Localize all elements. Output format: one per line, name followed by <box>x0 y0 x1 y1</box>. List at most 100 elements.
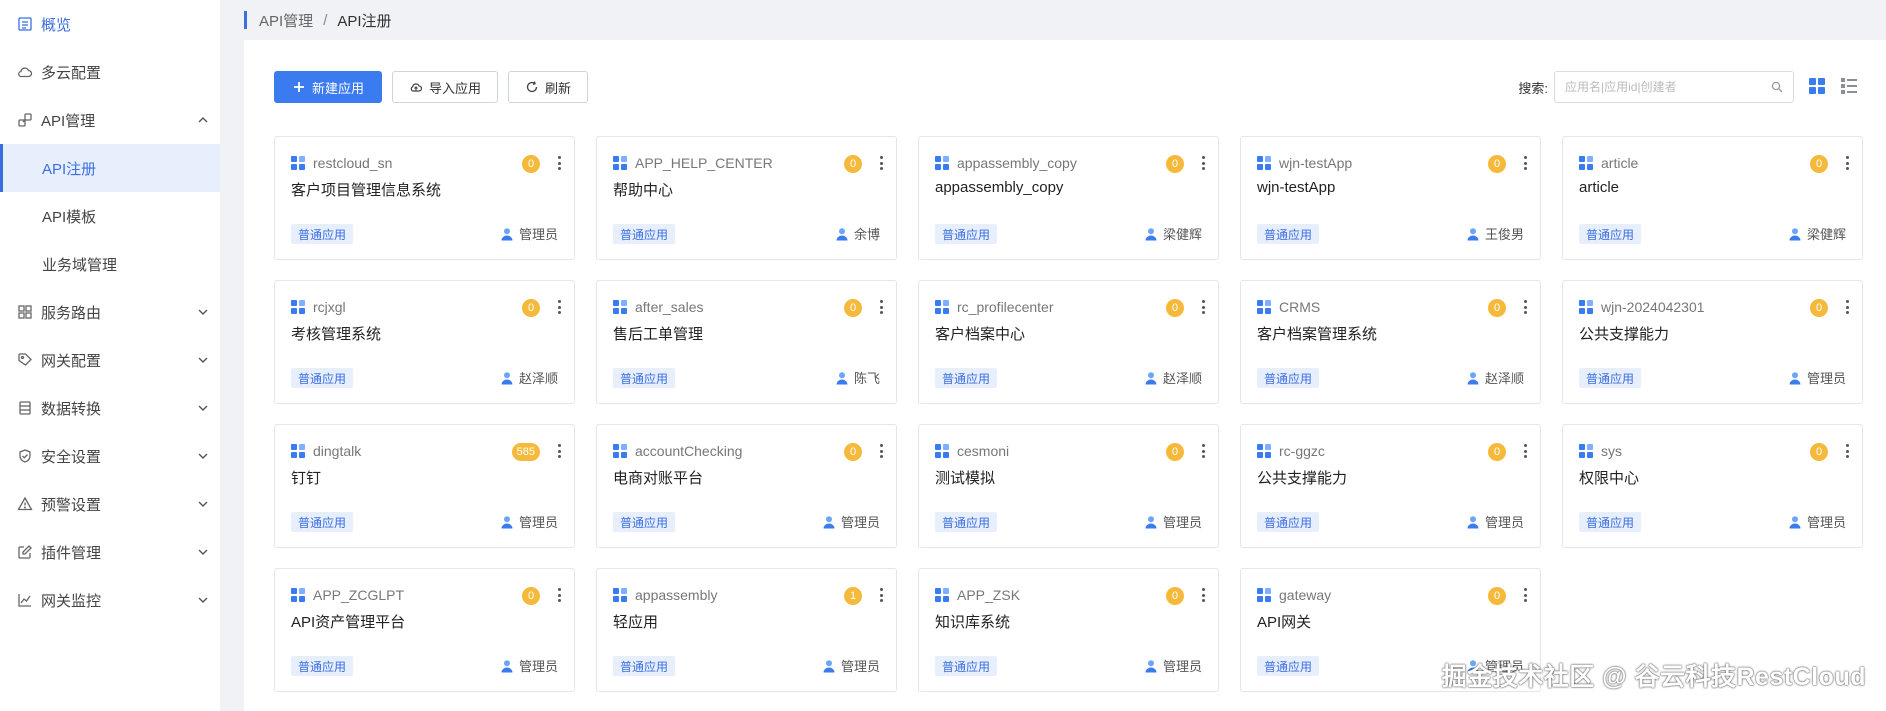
sidebar-item-overview[interactable]: 概览 <box>0 0 220 48</box>
app-id: APP_HELP_CENTER <box>635 155 773 171</box>
app-card[interactable]: CRMS 0 客户档案管理系统 普通应用 赵泽顺 <box>1240 280 1541 404</box>
more-options-icon[interactable] <box>1522 154 1528 172</box>
search-icon[interactable] <box>1771 81 1783 93</box>
api-count-badge: 0 <box>1488 299 1506 317</box>
app-type-tag: 普通应用 <box>1579 368 1642 388</box>
more-options-icon[interactable] <box>556 154 562 172</box>
more-options-icon[interactable] <box>556 298 562 316</box>
chevron-down-icon[interactable] <box>196 545 210 559</box>
user-icon <box>1145 515 1157 528</box>
more-options-icon[interactable] <box>1200 442 1206 460</box>
app-name: API网关 <box>1257 614 1312 631</box>
chevron-down-icon[interactable] <box>196 305 210 319</box>
app-card[interactable]: sys 0 权限中心 普通应用 管理员 <box>1562 424 1863 548</box>
app-owner: 管理员 <box>500 512 558 531</box>
user-icon <box>1145 371 1157 384</box>
app-owner: 王俊男 <box>1466 224 1524 243</box>
more-options-icon[interactable] <box>556 442 562 460</box>
sidebar-item-service-routing[interactable]: 服务路由 <box>0 288 220 336</box>
api-count-badge: 0 <box>522 155 540 173</box>
sidebar-item-multicloud[interactable]: 多云配置 <box>0 48 220 96</box>
search-box <box>1554 71 1794 103</box>
more-options-icon[interactable] <box>1522 298 1528 316</box>
app-card[interactable]: rc_profilecenter 0 客户档案中心 普通应用 赵泽顺 <box>918 280 1219 404</box>
app-type-tag: 普通应用 <box>1257 224 1320 244</box>
api-count-badge: 0 <box>1166 443 1184 461</box>
sidebar-item-api-register[interactable]: API注册 <box>0 144 220 192</box>
more-options-icon[interactable] <box>878 154 884 172</box>
app-card[interactable]: accountChecking 0 电商对账平台 普通应用 管理员 <box>596 424 897 548</box>
app-name: 考核管理系统 <box>291 326 382 343</box>
sidebar-item-label: 网关配置 <box>41 352 102 370</box>
document-icon <box>16 399 34 417</box>
app-card[interactable]: rcjxgl 0 考核管理系统 普通应用 赵泽顺 <box>274 280 575 404</box>
more-options-icon[interactable] <box>878 298 884 316</box>
api-count-badge: 0 <box>1488 443 1506 461</box>
chevron-down-icon[interactable] <box>196 449 210 463</box>
app-name: 电商对账平台 <box>613 470 704 487</box>
app-card[interactable]: article 0 article 普通应用 梁健辉 <box>1562 136 1863 260</box>
sidebar-item-api-template[interactable]: API模板 <box>0 192 220 240</box>
app-id: APP_ZSK <box>957 587 1021 603</box>
more-options-icon[interactable] <box>1844 154 1850 172</box>
app-type-tag: 普通应用 <box>1579 224 1642 244</box>
sidebar-item-label: 数据转换 <box>41 400 102 418</box>
more-options-icon[interactable] <box>878 586 884 604</box>
app-card[interactable]: rc-ggzc 0 公共支撑能力 普通应用 管理员 <box>1240 424 1541 548</box>
sidebar-item-security[interactable]: 安全设置 <box>0 432 220 480</box>
sidebar-item-gateway-config[interactable]: 网关配置 <box>0 336 220 384</box>
more-options-icon[interactable] <box>878 442 884 460</box>
app-card[interactable]: APP_ZSK 0 知识库系统 普通应用 管理员 <box>918 568 1219 692</box>
more-options-icon[interactable] <box>556 586 562 604</box>
app-name: 客户档案中心 <box>935 326 1026 343</box>
breadcrumb-parent[interactable]: API管理 <box>259 10 313 31</box>
app-card[interactable]: appassembly 1 轻应用 普通应用 管理员 <box>596 568 897 692</box>
more-options-icon[interactable] <box>1522 586 1528 604</box>
app-id: CRMS <box>1279 299 1321 315</box>
app-card[interactable]: APP_HELP_CENTER 0 帮助中心 普通应用 余博 <box>596 136 897 260</box>
chevron-down-icon[interactable] <box>196 593 210 607</box>
app-owner-name: 梁健辉 <box>1162 227 1202 242</box>
more-options-icon[interactable] <box>1522 442 1528 460</box>
sidebar-item-plugins[interactable]: 插件管理 <box>0 528 220 576</box>
sidebar-item-business-domain[interactable]: 业务域管理 <box>0 240 220 288</box>
app-card[interactable]: restcloud_sn 0 客户项目管理信息系统 普通应用 管理员 <box>274 136 575 260</box>
app-card[interactable]: wjn-testApp 0 wjn-testApp 普通应用 王俊男 <box>1240 136 1541 260</box>
breadcrumb-separator: / <box>323 11 328 29</box>
app-card[interactable]: APP_ZCGLPT 0 API资产管理平台 普通应用 管理员 <box>274 568 575 692</box>
app-icon <box>291 588 305 602</box>
new-app-button[interactable]: 新建应用 <box>274 71 383 103</box>
more-options-icon[interactable] <box>1200 154 1206 172</box>
list-view-icon[interactable] <box>1840 77 1858 95</box>
more-options-icon[interactable] <box>1844 442 1850 460</box>
more-options-icon[interactable] <box>1200 586 1206 604</box>
app-icon <box>935 300 949 314</box>
chevron-up-icon[interactable] <box>196 113 210 127</box>
sidebar-item-data-transform[interactable]: 数据转换 <box>0 384 220 432</box>
refresh-button[interactable]: 刷新 <box>508 71 589 103</box>
app-card[interactable]: dingtalk 585 钉钉 普通应用 管理员 <box>274 424 575 548</box>
api-count-badge: 0 <box>1166 155 1184 173</box>
app-type-tag: 普通应用 <box>1257 368 1320 388</box>
app-name: 售后工单管理 <box>613 326 704 343</box>
app-card[interactable]: appassembly_copy 0 appassembly_copy 普通应用… <box>918 136 1219 260</box>
sidebar-item-monitoring[interactable]: 网关监控 <box>0 576 220 624</box>
search-input[interactable] <box>1565 80 1771 94</box>
more-options-icon[interactable] <box>1844 298 1850 316</box>
more-options-icon[interactable] <box>1200 298 1206 316</box>
app-icon <box>291 444 305 458</box>
chevron-down-icon[interactable] <box>196 401 210 415</box>
shield-icon <box>16 447 34 465</box>
chevron-down-icon[interactable] <box>196 353 210 367</box>
grid-view-icon[interactable] <box>1808 77 1826 95</box>
user-icon <box>836 371 848 384</box>
app-owner-name: 管理员 <box>840 659 880 674</box>
app-card[interactable]: after_sales 0 售后工单管理 普通应用 陈飞 <box>596 280 897 404</box>
chevron-down-icon[interactable] <box>196 497 210 511</box>
sidebar-item-alerts[interactable]: 预警设置 <box>0 480 220 528</box>
import-app-button[interactable]: 导入应用 <box>392 71 499 103</box>
sidebar-item-api-management[interactable]: API管理 <box>0 96 220 144</box>
app-type-tag: 普通应用 <box>1257 656 1320 676</box>
app-card[interactable]: cesmoni 0 测试模拟 普通应用 管理员 <box>918 424 1219 548</box>
app-card[interactable]: wjn-2024042301 0 公共支撑能力 普通应用 管理员 <box>1562 280 1863 404</box>
